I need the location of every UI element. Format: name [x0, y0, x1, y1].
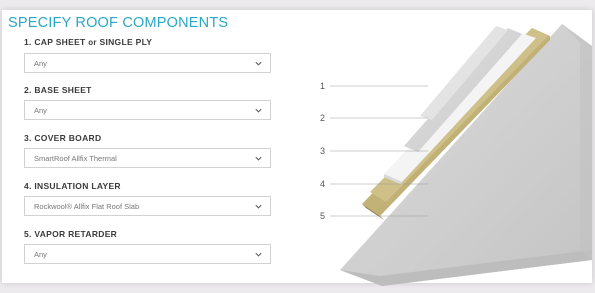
component-section-vapor-retarder: 5. VAPOR RETARDER Any	[24, 229, 274, 264]
component-section-base-sheet: 2. BASE SHEET Any	[24, 85, 274, 120]
layer-number-5: 5	[320, 211, 326, 221]
insulation-layer-select[interactable]: Rockwool® Allfix Flat Roof Slab	[24, 196, 271, 216]
insulation-layer-select-value: Rockwool® Allfix Flat Roof Slab	[34, 202, 140, 211]
chevron-down-icon	[255, 252, 262, 257]
component-label-base-sheet: 2. BASE SHEET	[24, 85, 92, 95]
base-sheet-select[interactable]: Any	[24, 100, 271, 120]
chevron-down-icon	[255, 61, 262, 66]
base-sheet-select-value: Any	[34, 106, 47, 115]
component-label-vapor-retarder: 5. VAPOR RETARDER	[24, 229, 118, 239]
component-label-cap-sheet: 1. CAP SHEET or SINGLE PLY	[24, 37, 153, 47]
chevron-down-icon	[255, 204, 262, 209]
chevron-down-icon	[255, 156, 262, 161]
page-title: SPECIFY ROOF COMPONENTS	[8, 15, 229, 31]
component-label-cover-board: 3. COVER BOARD	[24, 133, 102, 143]
vapor-retarder-select[interactable]: Any	[24, 244, 271, 264]
cover-board-select-value: SmartRoof Allfix Thermal	[34, 154, 117, 163]
layer-number-4: 4	[320, 179, 326, 189]
page-frame: SPECIFY ROOF COMPONENTS 1. CAP SHEET or …	[0, 0, 595, 293]
roof-layers-diagram	[330, 24, 592, 286]
component-section-cover-board: 3. COVER BOARD SmartRoof Allfix Thermal	[24, 133, 274, 168]
cover-board-select[interactable]: SmartRoof Allfix Thermal	[24, 148, 271, 168]
component-section-cap-sheet: 1. CAP SHEET or SINGLE PLY Any	[24, 37, 274, 73]
layer-number-3: 3	[320, 146, 326, 156]
component-section-insulation-layer: 4. INSULATION LAYER Rockwool® Allfix Fla…	[24, 181, 274, 216]
layer-number-1: 1	[320, 81, 326, 91]
cap-sheet-select-value: Any	[34, 59, 47, 68]
layer-number-2: 2	[320, 113, 326, 123]
chevron-down-icon	[255, 108, 262, 113]
cap-sheet-select[interactable]: Any	[24, 53, 271, 73]
vapor-retarder-select-value: Any	[34, 250, 47, 259]
component-label-insulation-layer: 4. INSULATION LAYER	[24, 181, 121, 191]
